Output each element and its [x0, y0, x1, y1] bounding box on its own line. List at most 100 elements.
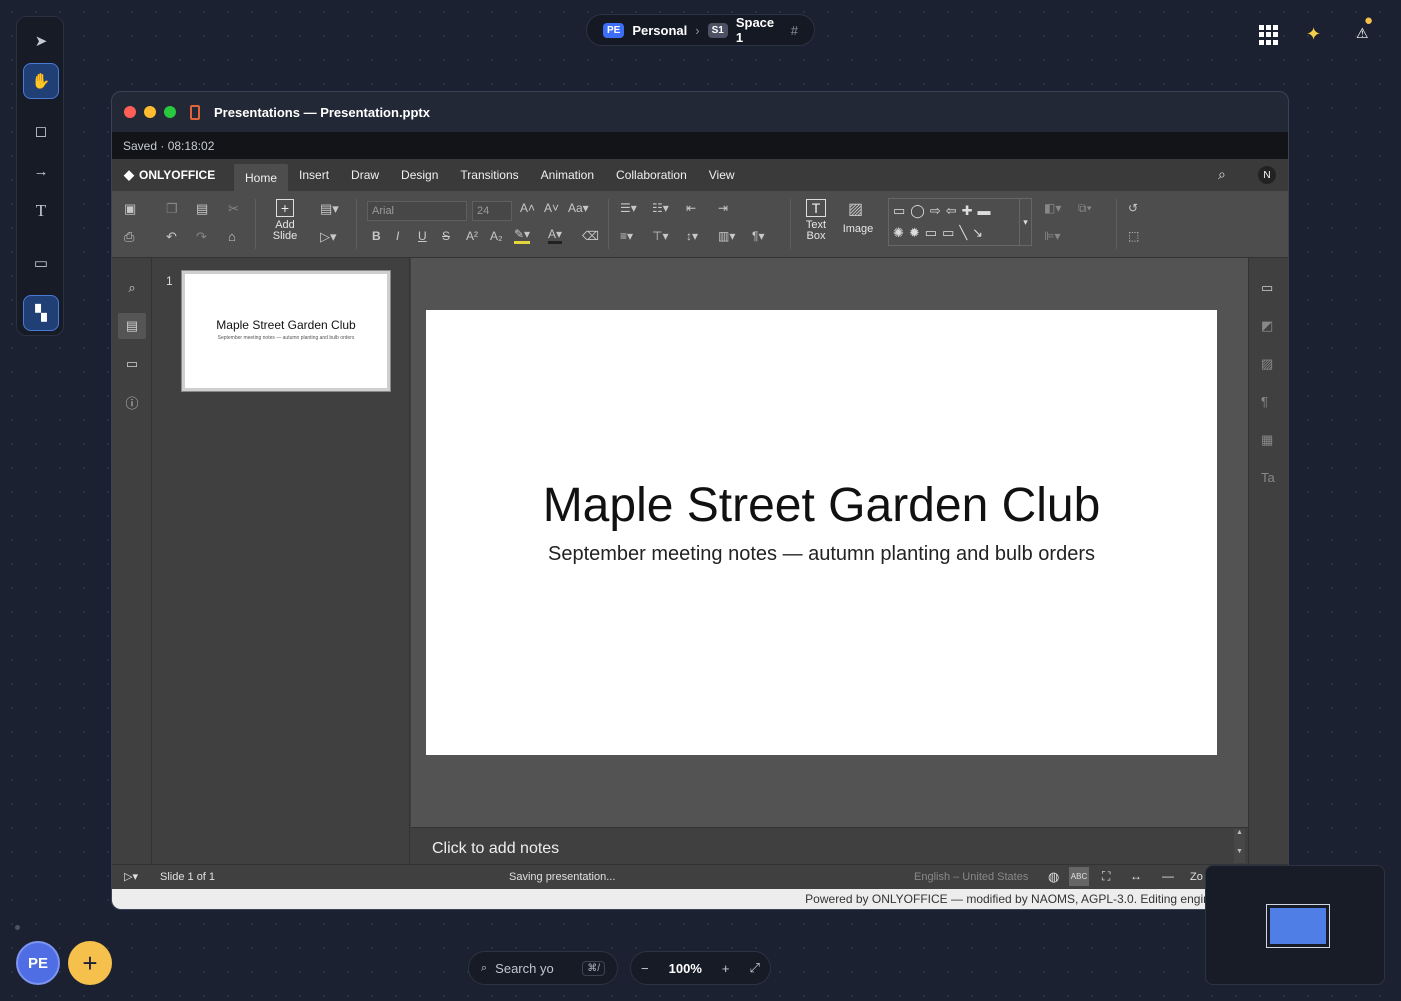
shape-settings-icon[interactable]: ◩: [1261, 318, 1273, 334]
shapes-gallery[interactable]: ▭◯⇨⇦✚▬ ✺✹▭▭╲↘ ▾: [888, 198, 1032, 246]
image-settings-icon[interactable]: ▨: [1261, 356, 1273, 372]
arrow-tool-icon[interactable]: →: [23, 153, 59, 189]
maximize-window-button[interactable]: [164, 106, 176, 118]
table-settings-icon[interactable]: ▦: [1261, 432, 1273, 448]
app-tool-icon[interactable]: ▚: [23, 295, 59, 331]
decrease-indent-icon[interactable]: ⇤: [686, 201, 696, 215]
tab-draw[interactable]: Draw: [340, 162, 390, 189]
replace-icon[interactable]: ↺: [1128, 201, 1138, 215]
info-icon[interactable]: ⓘ: [118, 389, 146, 415]
grid-icon[interactable]: [1259, 25, 1279, 45]
columns-icon[interactable]: ▥▾: [718, 229, 735, 243]
arrange-icon[interactable]: ◧▾: [1044, 201, 1061, 215]
align-icon[interactable]: ≡▾: [620, 229, 633, 243]
format-painter-icon[interactable]: ⌂: [228, 229, 236, 244]
copy-icon[interactable]: ❐: [166, 201, 178, 217]
zoom-out-icon[interactable]: —: [1162, 869, 1174, 883]
tab-transitions[interactable]: Transitions: [449, 162, 529, 189]
text-tool-icon[interactable]: T: [23, 193, 59, 229]
search-icon[interactable]: ⌕: [118, 275, 146, 301]
paragraph-direction-icon[interactable]: ¶▾: [752, 229, 764, 243]
decrease-font-icon[interactable]: A˅: [544, 201, 559, 215]
sparkle-icon[interactable]: ✦: [1306, 24, 1321, 45]
add-button[interactable]: +: [68, 941, 112, 985]
group-icon[interactable]: ⧉▾: [1078, 201, 1092, 216]
strikethrough-icon[interactable]: S: [442, 229, 450, 243]
align-shapes-icon[interactable]: ⊫▾: [1044, 229, 1060, 243]
slide-title[interactable]: Maple Street Garden Club: [426, 478, 1217, 533]
redo-icon[interactable]: ↷: [196, 229, 207, 245]
minimize-window-button[interactable]: [144, 106, 156, 118]
tab-home[interactable]: Home: [234, 164, 289, 191]
text-art-settings-icon[interactable]: Ta: [1261, 470, 1275, 485]
user-avatar[interactable]: N: [1258, 166, 1276, 184]
slideshow-icon[interactable]: ▷▾: [124, 870, 138, 883]
image-button[interactable]: Image: [838, 224, 878, 235]
slide-subtitle[interactable]: September meeting notes — autumn plantin…: [426, 543, 1217, 566]
minimap-viewport[interactable]: [1266, 904, 1330, 948]
hand-tool-icon[interactable]: ✋: [23, 63, 59, 99]
increase-indent-icon[interactable]: ⇥: [718, 201, 728, 215]
slides-icon[interactable]: ▤: [118, 313, 146, 339]
scroll-up-icon[interactable]: ▲: [1234, 829, 1245, 836]
text-box-button[interactable]: Text Box: [796, 220, 836, 242]
space-link[interactable]: Space 1: [736, 15, 783, 45]
slide[interactable]: Maple Street Garden Club September meeti…: [426, 310, 1217, 755]
hash-icon[interactable]: #: [791, 23, 798, 38]
text-box-icon[interactable]: T: [806, 199, 826, 217]
folder-tool-icon[interactable]: ▭: [23, 245, 59, 281]
undo-icon[interactable]: ↶: [166, 229, 177, 245]
cut-icon[interactable]: ✂: [228, 201, 239, 217]
add-slide-button[interactable]: Add Slide: [264, 220, 306, 242]
tab-insert[interactable]: Insert: [288, 162, 340, 189]
image-icon[interactable]: ▨: [848, 199, 863, 219]
save-icon[interactable]: ▣: [124, 201, 136, 217]
zoom-out-button[interactable]: −: [641, 961, 649, 976]
subscript-icon[interactable]: A₂: [490, 229, 503, 243]
notes-scrollbar[interactable]: ▲ ▼: [1234, 829, 1245, 863]
bullets-icon[interactable]: ☰▾: [620, 201, 637, 215]
tab-view[interactable]: View: [698, 162, 746, 189]
paragraph-settings-icon[interactable]: ¶: [1261, 394, 1268, 409]
slide-layout-icon[interactable]: ▤▾: [320, 201, 339, 217]
highlight-icon[interactable]: ✎▾: [514, 227, 531, 244]
globe-icon[interactable]: ◍: [1048, 869, 1059, 885]
select-tool-icon[interactable]: ➤: [23, 23, 59, 59]
font-family-select[interactable]: Arial: [367, 201, 467, 221]
select-all-icon[interactable]: ⬚: [1128, 229, 1139, 243]
underline-icon[interactable]: U: [418, 229, 427, 243]
superscript-icon[interactable]: A²: [466, 229, 478, 243]
line-spacing-icon[interactable]: ↕▾: [686, 229, 698, 243]
font-size-select[interactable]: 24: [472, 201, 512, 221]
comments-icon[interactable]: ▭: [118, 351, 146, 377]
start-slideshow-icon[interactable]: ▷▾: [320, 229, 337, 245]
italic-icon[interactable]: I: [396, 229, 399, 243]
numbering-icon[interactable]: ☷▾: [652, 201, 669, 215]
workspace-link[interactable]: Personal: [632, 23, 687, 38]
increase-font-icon[interactable]: A˄: [520, 201, 535, 215]
vertical-align-icon[interactable]: ⊤▾: [652, 229, 668, 243]
search-input[interactable]: Search yo: [495, 961, 554, 976]
paste-icon[interactable]: ▤: [196, 201, 208, 217]
minimap[interactable]: [1205, 865, 1385, 985]
shapes-tool-icon[interactable]: ◻: [23, 113, 59, 149]
language-select[interactable]: English – United States: [914, 871, 1028, 883]
font-color-icon[interactable]: A▾: [548, 227, 563, 244]
tab-animation[interactable]: Animation: [530, 162, 605, 189]
scroll-down-icon[interactable]: ▼: [1234, 848, 1245, 855]
add-slide-icon[interactable]: +: [276, 199, 294, 217]
tab-collaboration[interactable]: Collaboration: [605, 162, 698, 189]
slide-settings-icon[interactable]: ▭: [1261, 280, 1273, 296]
fit-slide-icon[interactable]: ⛶: [1102, 869, 1110, 884]
close-window-button[interactable]: [124, 106, 136, 118]
bold-icon[interactable]: B: [372, 229, 381, 243]
zoom-in-button[interactable]: +: [722, 961, 730, 976]
clear-style-icon[interactable]: ⌫: [582, 229, 599, 243]
spellcheck-icon[interactable]: ABC: [1069, 867, 1089, 886]
print-icon[interactable]: ⎙: [124, 229, 134, 245]
change-case-icon[interactable]: Aa▾: [568, 201, 589, 215]
avatar[interactable]: PE: [16, 941, 60, 985]
search-icon[interactable]: ⌕: [1218, 166, 1226, 183]
search-bar[interactable]: ⌕ Search yo ⌘/: [468, 951, 618, 985]
notification-warning-icon[interactable]: ⚠ ●: [1356, 12, 1373, 43]
